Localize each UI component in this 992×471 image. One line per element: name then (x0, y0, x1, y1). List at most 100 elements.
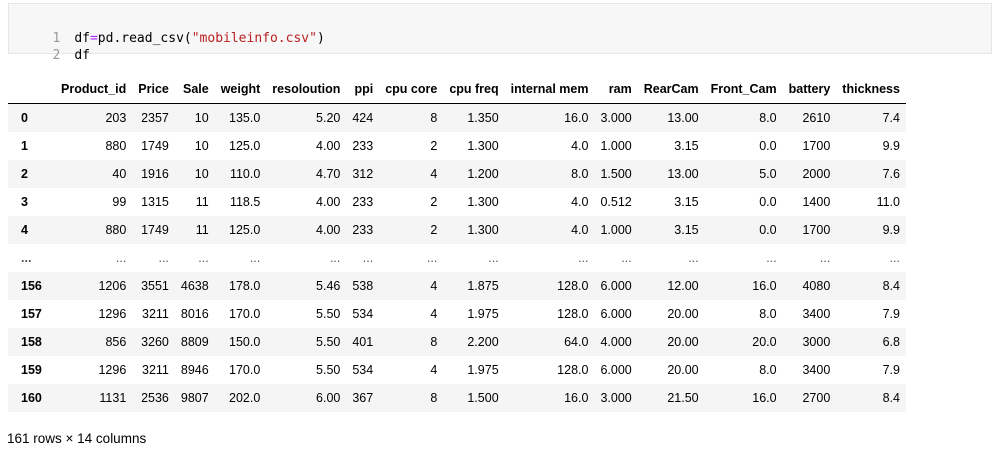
table-cell: 1206 (98, 279, 127, 293)
table-cell: 8.4 (882, 391, 900, 405)
table-cell: 4.000 (600, 335, 632, 349)
table-cell: 233 (352, 139, 374, 153)
table-cell: 7.9 (882, 363, 900, 377)
table-cell: 1296 (98, 307, 127, 321)
table-cell: 150.0 (229, 335, 261, 349)
table-cell: ... (158, 251, 169, 265)
table-cell: 2700 (802, 391, 831, 405)
table-cell: 0.0 (759, 139, 777, 153)
table-row: 0 203 2357 10 135.0 5.20 424 8 1.350 16.0 3.000 13.… (8, 103, 906, 132)
table-row: 159 1296 3211 8946 170.0 5.50 534 4 1.975 128.0 6.… (8, 356, 906, 384)
table-cell: 11 (195, 223, 209, 237)
table-row: ........................................… (8, 244, 906, 272)
table-cell: 1.300 (467, 223, 499, 237)
column-header: ram (594, 74, 638, 104)
table-cell: ... (578, 251, 589, 265)
table-cell: 16.0 (752, 391, 777, 405)
table-cell: 135.0 (229, 111, 261, 125)
column-header: ppi (346, 74, 380, 104)
table-cell: 0.0 (759, 223, 777, 237)
table-cell: 4 (430, 167, 438, 181)
column-header: Product_id (55, 74, 133, 104)
table-cell: 8.0 (759, 363, 777, 377)
table-cell: 3.000 (600, 391, 632, 405)
header-row: Product_id Price Sale weight resoloution ppi c… (8, 74, 906, 104)
table-cell: 1.350 (467, 111, 499, 125)
table-cell: 0.0 (759, 195, 777, 209)
table-cell: 3.15 (674, 223, 699, 237)
table-cell: 3551 (141, 279, 169, 293)
table-cell: 233 (352, 223, 374, 237)
column-header: battery (782, 74, 837, 104)
table-cell: 1.200 (467, 167, 499, 181)
column-header: thickness (836, 74, 906, 104)
table-cell: 1749 (141, 223, 169, 237)
table-cell: 9.9 (882, 223, 900, 237)
table-cell: ... (198, 251, 209, 265)
index-header (8, 74, 55, 104)
table-cell: 20.00 (667, 335, 699, 349)
code-string: "mobileinfo.csv" (191, 31, 317, 46)
table-cell: 1.300 (467, 195, 499, 209)
table-cell: 99 (112, 195, 127, 209)
table-cell: 2 (430, 223, 438, 237)
code-line-2: 2 df (9, 29, 89, 63)
table-cell: 424 (352, 111, 374, 125)
line-number: 2 (52, 48, 61, 63)
row-index: 3 (21, 195, 28, 209)
table-cell: 3400 (802, 363, 831, 377)
code-cell[interactable]: 1 df=pd.read_csv("mobileinfo.csv") 2 df (8, 3, 992, 63)
table-cell: 16.0 (564, 391, 589, 405)
table-cell: 20.00 (667, 307, 699, 321)
table-cell: 128.0 (557, 307, 589, 321)
table-cell: 13.00 (667, 111, 699, 125)
table-cell: 1.500 (467, 391, 499, 405)
table-cell: 4.00 (316, 195, 341, 209)
table-row: 156 1206 3551 4638 178.0 5.46 538 4 1.875 128.0 6.… (8, 272, 906, 300)
column-header: resoloution (266, 74, 347, 104)
table-cell: 8 (430, 111, 438, 125)
table-cell: 1.975 (467, 363, 499, 377)
table-row: 1 880 1749 10 125.0 4.00 233 2 1.300 4.0 1.000 3.15… (8, 132, 906, 160)
table-cell: 367 (352, 391, 374, 405)
table-cell: ... (621, 251, 632, 265)
column-header: cpu freq (443, 74, 505, 104)
table-cell: 128.0 (557, 363, 589, 377)
table-cell: 170.0 (229, 307, 261, 321)
table-cell: 3.15 (674, 139, 699, 153)
table-cell: 8.0 (759, 307, 777, 321)
table-cell: 2 (430, 139, 438, 153)
table-cell: 10 (194, 139, 209, 153)
row-index: 1 (21, 139, 28, 153)
table-cell: 202.0 (229, 391, 261, 405)
table-cell: ... (488, 251, 499, 265)
row-index: 0 (21, 111, 28, 125)
table-cell: 8.0 (759, 111, 777, 125)
table-cell: 8 (430, 335, 438, 349)
table-row: 2 40 1916 10 110.0 4.70 312 4 1.200 8.0 1.500 13.00… (8, 160, 906, 188)
column-header: internal mem (504, 74, 595, 104)
table-cell: 3.15 (674, 195, 699, 209)
table-cell: 5.50 (316, 307, 341, 321)
table-cell: ... (249, 251, 261, 265)
table-cell: 7.4 (882, 111, 900, 125)
table-cell: 8946 (180, 363, 209, 377)
table-row: 157 1296 3211 8016 170.0 5.50 534 4 1.975 128.0 6.… (8, 300, 906, 328)
table-cell: 3211 (142, 363, 169, 377)
table-cell: 5.46 (316, 279, 341, 293)
table-cell: 2357 (141, 111, 169, 125)
table-cell: 3000 (802, 335, 831, 349)
table-cell: 6.8 (882, 335, 900, 349)
table-cell: 5.50 (316, 335, 341, 349)
table-body: 0 203 2357 10 135.0 5.20 424 8 1.350 16.0 3.000 13.… (8, 103, 906, 412)
row-index: 160 (21, 391, 42, 405)
table-cell: 1315 (141, 195, 169, 209)
table-cell: 8809 (180, 335, 209, 349)
table-cell: ... (819, 251, 831, 265)
table-cell: 12.00 (667, 279, 699, 293)
table-cell: 1.875 (467, 279, 499, 293)
table-cell: 880 (105, 223, 127, 237)
table-cell: ... (688, 251, 699, 265)
row-index: ... (21, 251, 32, 265)
row-index: 159 (21, 363, 42, 377)
